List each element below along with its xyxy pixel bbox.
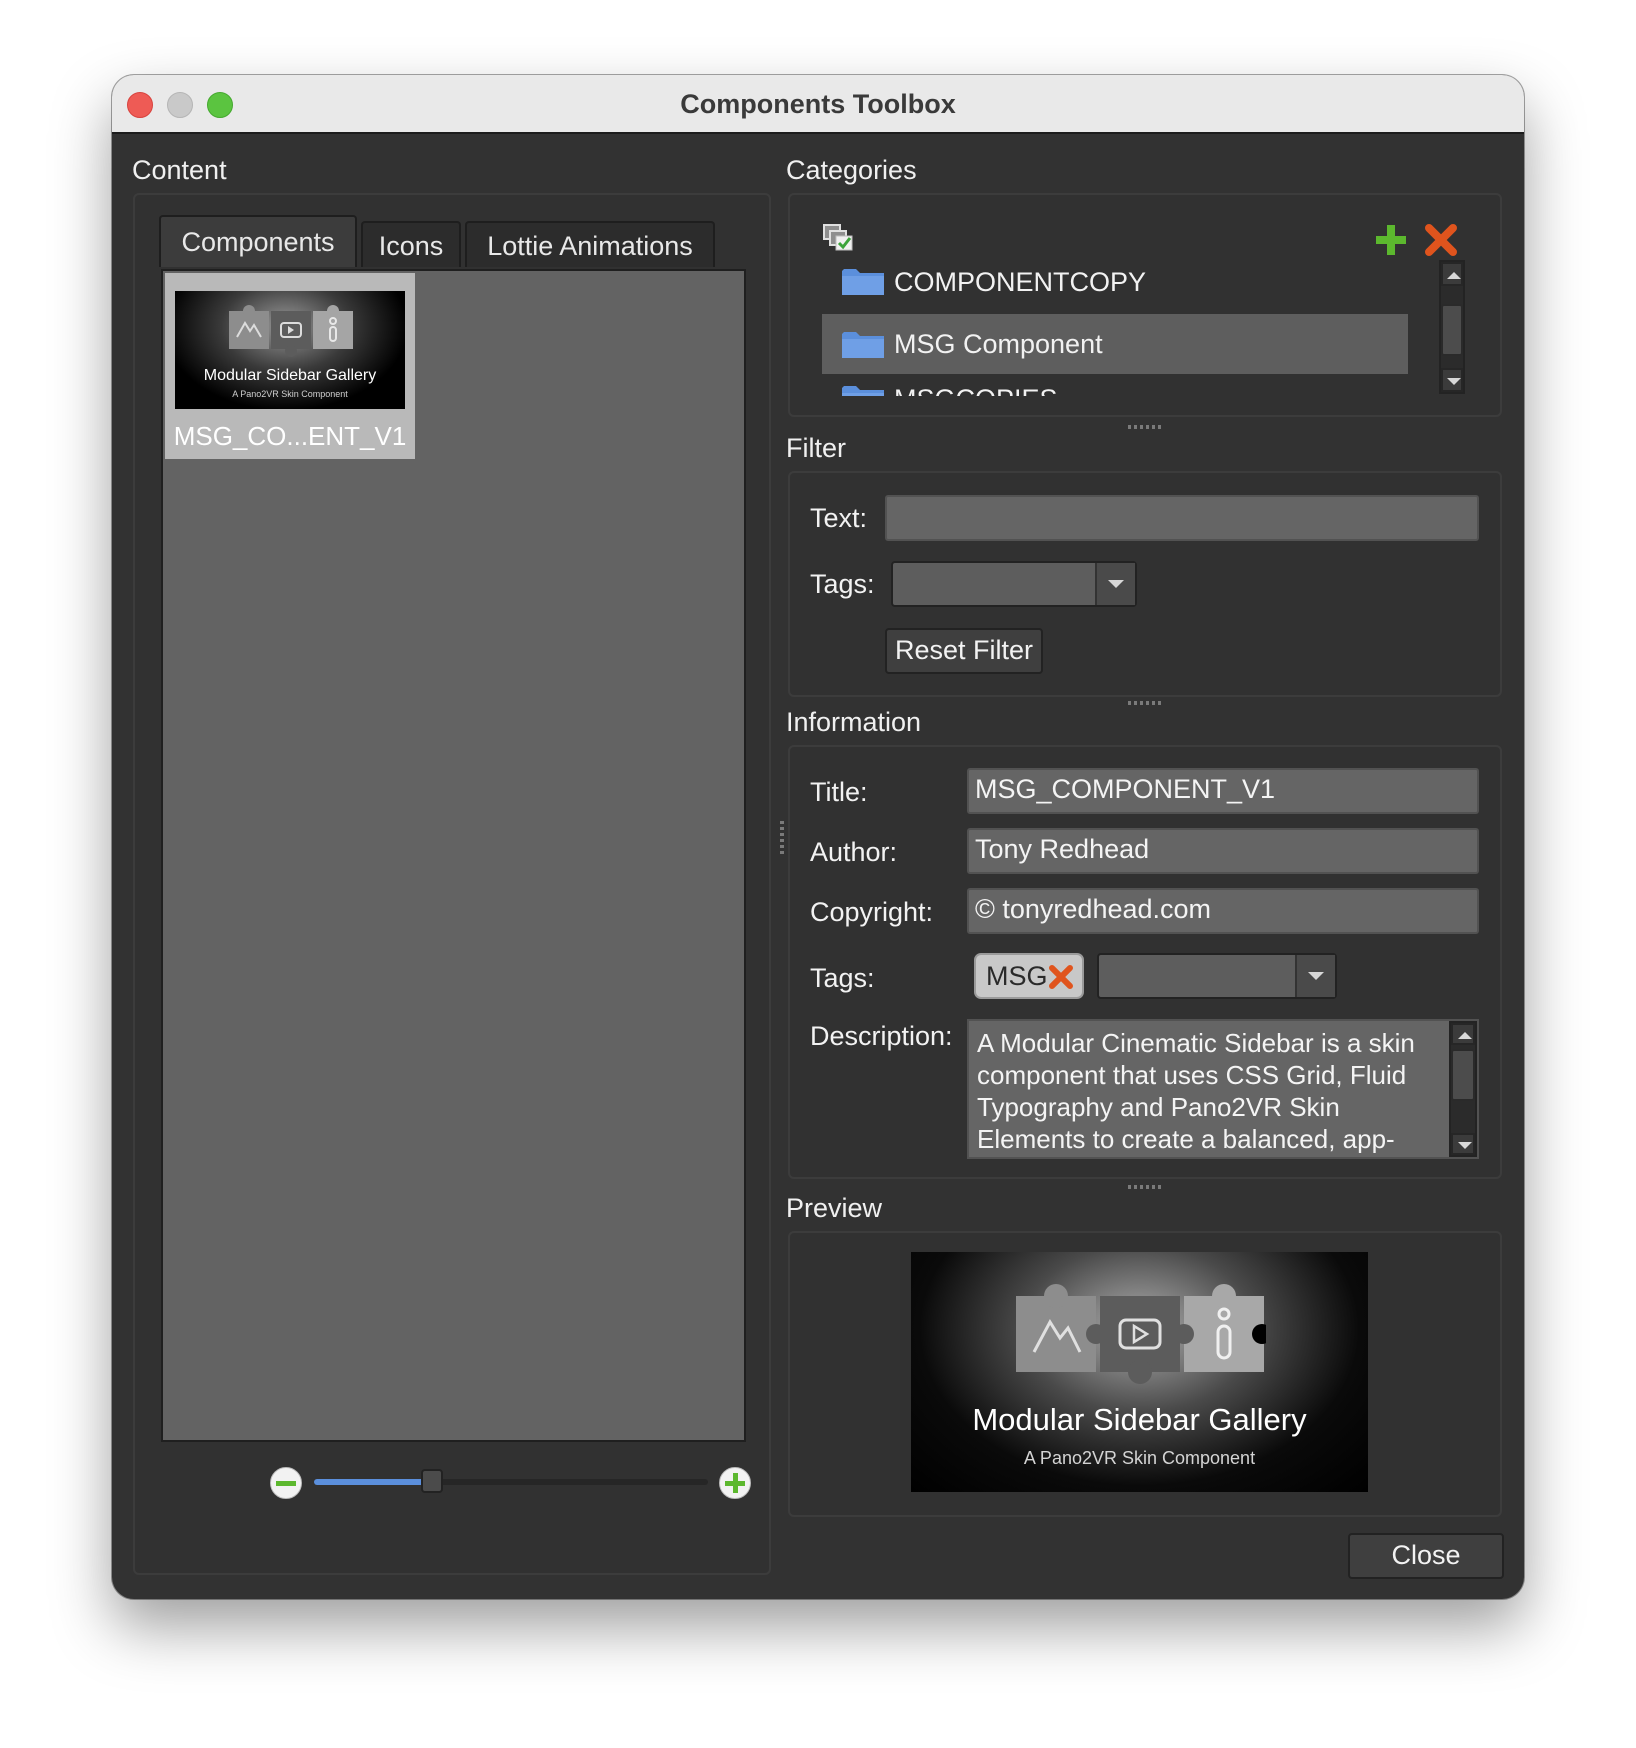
tab-icons[interactable]: Icons — [361, 221, 461, 267]
zoom-slider-handle[interactable] — [421, 1469, 443, 1493]
scroll-up-button[interactable] — [1441, 262, 1463, 286]
window-title: Components Toolbox — [680, 89, 956, 119]
info-title-label: Title: — [810, 777, 868, 807]
categories-section-label: Categories — [786, 155, 917, 185]
info-description-label: Description: — [810, 1021, 953, 1051]
scroll-down-button[interactable] — [1451, 1133, 1475, 1155]
tab-lottie-animations[interactable]: Lottie Animations — [465, 221, 715, 267]
tag-chip-label: MSG — [986, 961, 1048, 991]
preview-image: Modular Sidebar Gallery A Pano2VR Skin C… — [911, 1252, 1368, 1492]
filter-tags-label: Tags: — [810, 569, 875, 599]
category-tree[interactable]: COMPONENTCOPY MSG Component MSGCOPIES — [822, 260, 1408, 396]
thumbnail-subtitle: A Pano2VR Skin Component — [232, 389, 348, 399]
info-description-text: A Modular Cinematic Sidebar is a skin co… — [977, 1028, 1415, 1153]
thumbnail-title: Modular Sidebar Gallery — [203, 367, 377, 384]
puzzle-pieces-icon — [1016, 1284, 1266, 1384]
close-button[interactable]: Close — [1348, 1533, 1504, 1579]
zoom-slider[interactable] — [314, 1469, 708, 1493]
category-item[interactable]: MSGCOPIES — [822, 380, 1408, 396]
component-grid[interactable]: Modular Sidebar Gallery A Pano2VR Skin C… — [161, 269, 746, 1442]
info-author-label: Author: — [810, 837, 898, 867]
information-section-label: Information — [786, 707, 922, 737]
filter-section-label: Filter — [786, 433, 846, 463]
reset-filter-button[interactable]: Reset Filter — [885, 628, 1043, 674]
info-author-field[interactable]: Tony Redhead — [967, 828, 1479, 874]
info-tags-dropdown[interactable] — [1097, 953, 1337, 999]
filter-text-input[interactable] — [885, 495, 1479, 541]
scroll-up-button[interactable] — [1451, 1023, 1475, 1045]
puzzle-pieces-icon — [229, 305, 353, 357]
category-label: MSGCOPIES — [894, 384, 1058, 396]
remove-tag-icon[interactable] — [1048, 964, 1074, 990]
preview-subtitle: A Pano2VR Skin Component — [1023, 1448, 1256, 1468]
categories-scrollbar[interactable] — [1439, 260, 1465, 394]
zoom-out-icon[interactable] — [270, 1467, 302, 1499]
scroll-thumb[interactable] — [1441, 304, 1463, 356]
component-item-selected[interactable]: Modular Sidebar Gallery A Pano2VR Skin C… — [165, 273, 415, 459]
tab-components[interactable]: Components — [159, 215, 357, 267]
preview-title: Modular Sidebar Gallery — [972, 1402, 1307, 1437]
scroll-down-button[interactable] — [1441, 368, 1463, 392]
splitter-handle[interactable] — [1128, 425, 1164, 429]
remove-category-icon[interactable] — [1424, 223, 1458, 257]
scroll-thumb[interactable] — [1451, 1049, 1475, 1101]
zoom-in-icon[interactable] — [719, 1467, 751, 1499]
folder-icon — [842, 332, 884, 358]
add-category-icon[interactable] — [1374, 223, 1408, 257]
description-scrollbar[interactable] — [1449, 1021, 1477, 1157]
zoom-slider-fill — [314, 1479, 432, 1485]
category-label: COMPONENTCOPY — [894, 267, 1147, 297]
content-section-label: Content — [132, 155, 227, 185]
info-title-field[interactable]: MSG_COMPONENT_V1 — [967, 768, 1479, 814]
category-label: MSG Component — [894, 329, 1103, 359]
components-toolbox-window: Components Toolbox Content Components Ic… — [112, 75, 1524, 1599]
splitter-handle[interactable] — [1128, 1185, 1164, 1189]
splitter-handle[interactable] — [1128, 701, 1164, 705]
folder-icon — [842, 269, 884, 295]
select-all-categories-icon[interactable] — [822, 223, 854, 253]
category-item-selected[interactable]: MSG Component — [822, 314, 1408, 374]
title-bar[interactable]: Components Toolbox — [112, 75, 1524, 134]
filter-text-label: Text: — [810, 503, 868, 533]
info-copyright-label: Copyright: — [810, 897, 934, 927]
preview-section-label: Preview — [786, 1193, 883, 1223]
tag-chip[interactable]: MSG — [974, 953, 1084, 999]
folder-icon — [842, 386, 884, 396]
filter-tags-dropdown[interactable] — [891, 561, 1137, 607]
vertical-splitter-handle[interactable] — [780, 821, 784, 857]
info-copyright-field[interactable]: © tonyredhead.com — [967, 888, 1479, 934]
category-item[interactable]: COMPONENTCOPY — [822, 260, 1408, 304]
component-item-label: MSG_CO...ENT_V1 — [173, 421, 407, 451]
info-description-field[interactable]: A Modular Cinematic Sidebar is a skin co… — [967, 1019, 1479, 1159]
chevron-down-icon[interactable] — [1295, 955, 1335, 997]
chevron-down-icon[interactable] — [1095, 563, 1135, 605]
info-tags-label: Tags: — [810, 963, 875, 993]
component-thumbnail: Modular Sidebar Gallery A Pano2VR Skin C… — [175, 291, 405, 409]
